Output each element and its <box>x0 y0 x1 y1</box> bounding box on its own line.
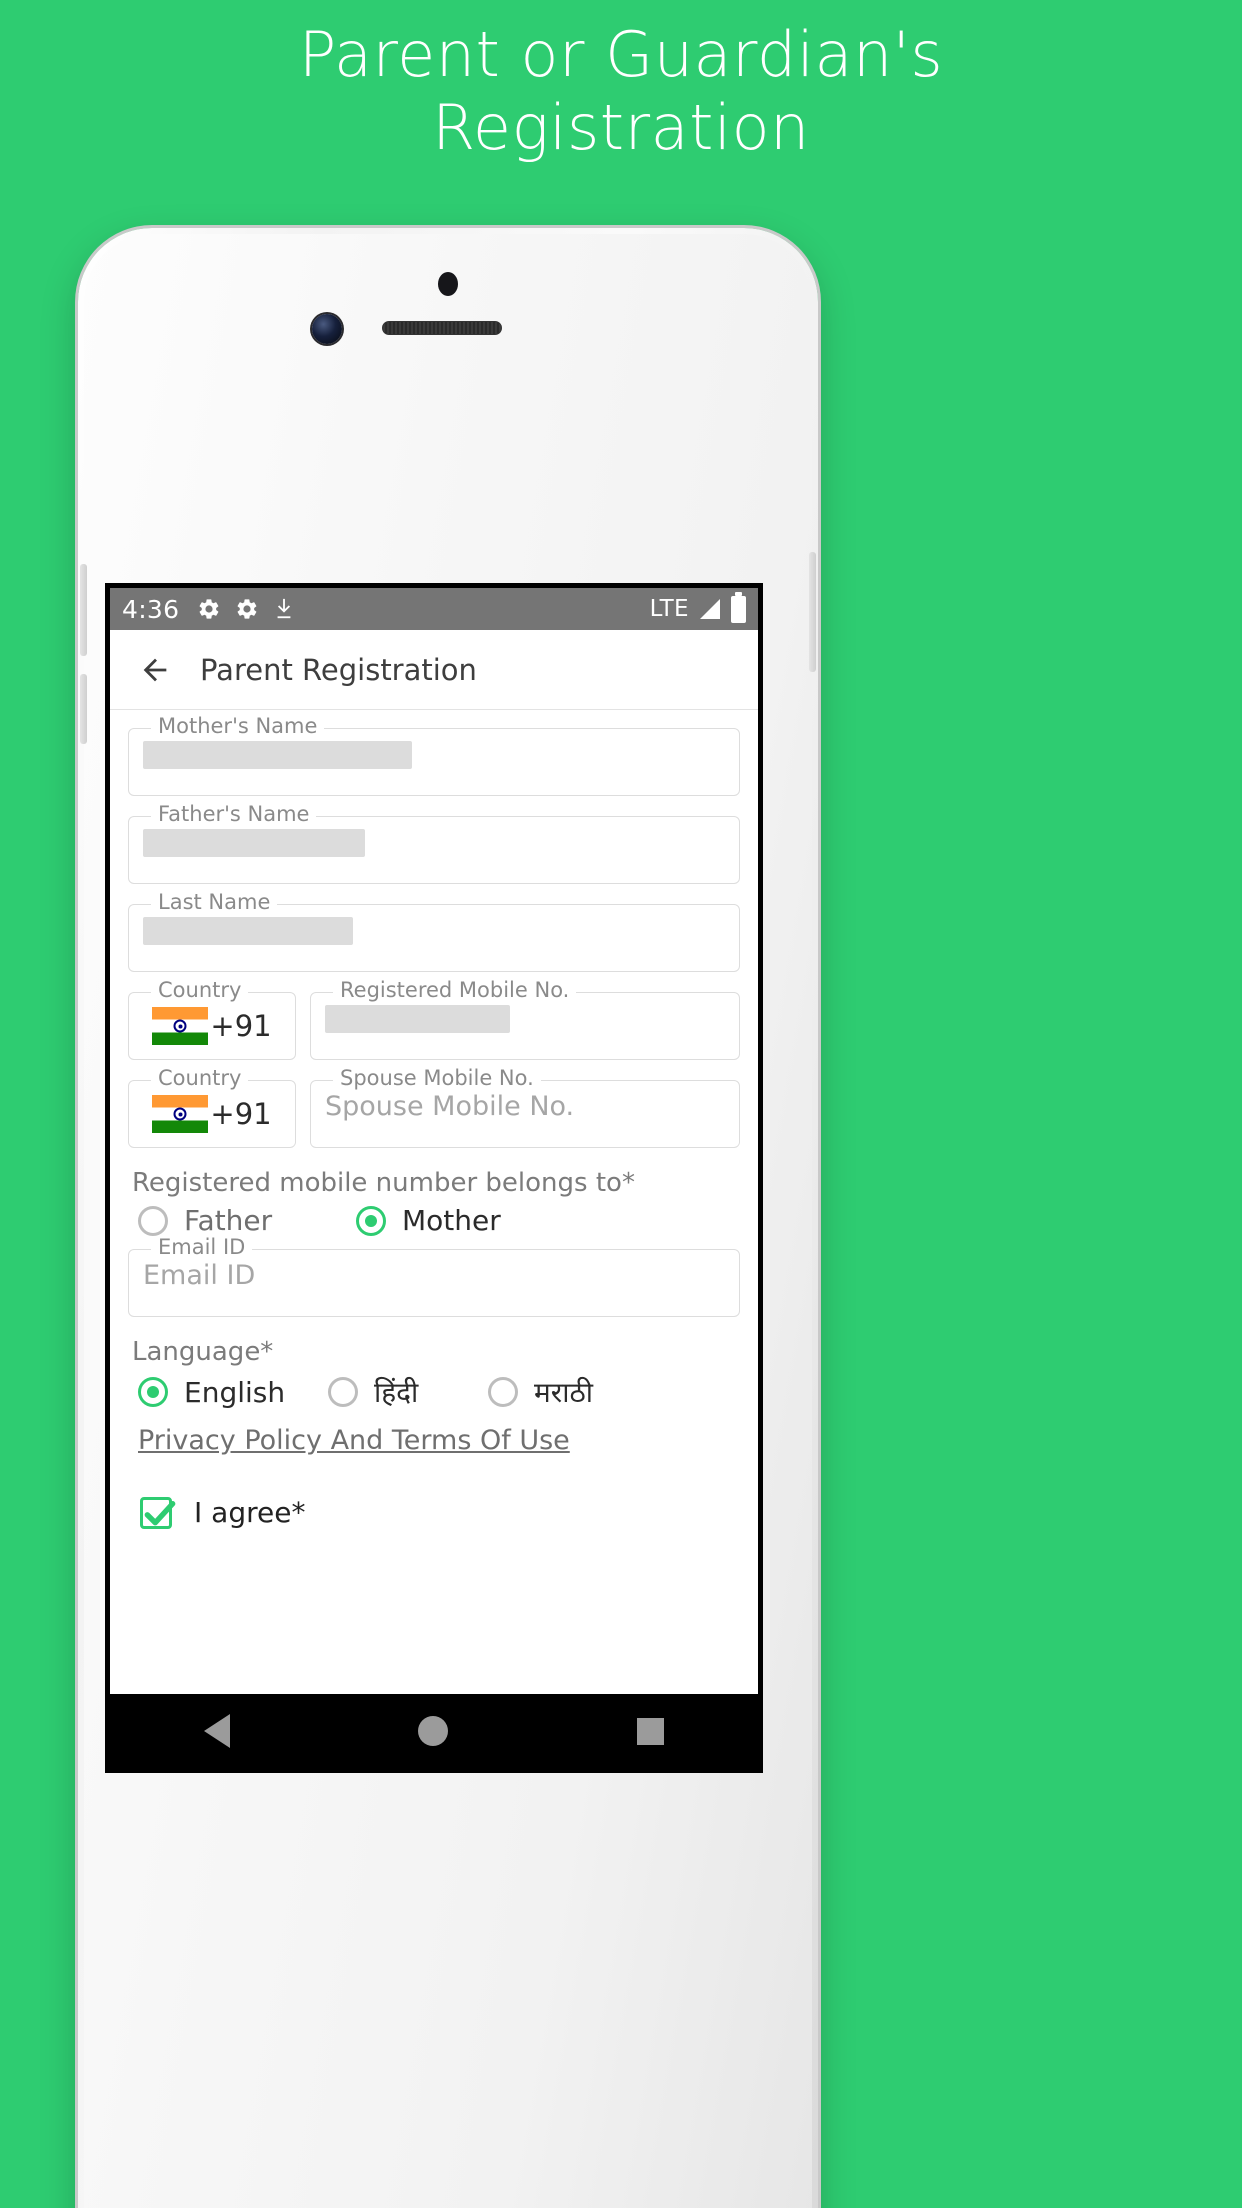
nav-recents-icon[interactable] <box>636 1717 664 1745</box>
registered-mobile-field[interactable]: Registered Mobile No. <box>310 980 740 1060</box>
app-bar: Parent Registration <box>110 630 758 710</box>
registered-mobile-value <box>325 1005 727 1047</box>
country-code: +91 <box>210 1097 272 1131</box>
radio-label: Father <box>184 1204 273 1237</box>
india-flag-icon <box>152 1007 209 1045</box>
gear-icon <box>199 599 219 619</box>
country-label: Country <box>151 980 249 1001</box>
spouse-mobile-value: Spouse Mobile No. <box>325 1091 727 1135</box>
radio-label: English <box>184 1375 286 1409</box>
spouse-mobile-label: Spouse Mobile No. <box>333 1068 541 1089</box>
page-title: Parent Registration <box>200 652 477 687</box>
privacy-policy-link[interactable]: Privacy Policy And Terms Of Use <box>138 1425 740 1456</box>
country-value: +91 <box>129 1081 295 1147</box>
promo-title: Parent or Guardian's Registration <box>298 18 944 165</box>
country-value: +91 <box>129 993 295 1059</box>
radio-option-marathi[interactable]: मराठी <box>488 1373 593 1411</box>
status-bar-notification-icons <box>197 596 295 622</box>
phone-screen: 4:36 LTE Parent Registration Mother's Na… <box>105 583 763 1773</box>
redacted-value <box>143 741 412 769</box>
check-icon <box>144 1500 176 1525</box>
status-bar: 4:36 LTE <box>110 588 758 630</box>
phone-screen-wrapper: 4:36 LTE Parent Registration Mother's Na… <box>105 405 763 1773</box>
spouse-mobile-row: Country +91 Spouse Mobile No. Spouse Mob… <box>128 1068 740 1148</box>
last-name-value <box>143 917 727 959</box>
country-label: Country <box>151 1068 249 1089</box>
radio-option-english[interactable]: English <box>138 1376 328 1409</box>
radio-icon-selected[interactable] <box>356 1205 386 1236</box>
radio-icon-selected[interactable] <box>138 1377 168 1407</box>
android-nav-bar <box>110 1694 758 1768</box>
volume-up-button[interactable] <box>80 564 87 656</box>
download-icon <box>277 598 291 619</box>
last-name-label: Last Name <box>151 892 278 913</box>
last-name-field[interactable]: Last Name <box>128 892 740 972</box>
belongs-to-radio-group: Father Mother <box>138 1204 740 1237</box>
mothers-name-label: Mother's Name <box>151 716 325 737</box>
status-bar-time: 4:36 <box>122 594 180 624</box>
mothers-name-field[interactable]: Mother's Name <box>128 716 740 796</box>
registration-form: Mother's Name Father's Name Last Name Co… <box>110 710 758 1768</box>
radio-option-mother[interactable]: Mother <box>356 1204 501 1237</box>
country-selector-spouse[interactable]: Country +91 <box>128 1068 296 1148</box>
back-arrow-icon[interactable] <box>138 653 172 687</box>
network-type-label: LTE <box>649 596 689 622</box>
nav-home-icon[interactable] <box>418 1716 449 1746</box>
email-label: Email ID <box>151 1237 253 1258</box>
agree-checkbox[interactable] <box>140 1496 176 1529</box>
radio-label: Mother <box>402 1204 501 1237</box>
radio-option-hindi[interactable]: हिंदी <box>328 1373 488 1411</box>
country-code: +91 <box>210 1009 272 1043</box>
language-radio-group: English हिंदी मराठी <box>138 1373 740 1411</box>
radio-label: मराठी <box>534 1376 593 1409</box>
radio-icon[interactable] <box>328 1377 358 1407</box>
front-camera-icon <box>312 314 342 344</box>
gear-icon <box>237 599 257 619</box>
mothers-name-value <box>143 741 727 783</box>
india-flag-icon <box>152 1095 209 1133</box>
email-field[interactable]: Email ID Email ID <box>128 1237 740 1317</box>
registered-mobile-row: Country +91 Registered Mobile No. <box>128 980 740 1060</box>
redacted-value <box>143 829 365 857</box>
nav-back-icon[interactable] <box>204 1714 231 1748</box>
power-button[interactable] <box>809 552 816 672</box>
proximity-sensor-icon <box>438 272 458 296</box>
agree-row[interactable]: I agree* <box>140 1496 740 1529</box>
fathers-name-label: Father's Name <box>151 804 317 825</box>
email-placeholder: Email ID <box>143 1260 256 1291</box>
spouse-mobile-placeholder: Spouse Mobile No. <box>325 1091 575 1122</box>
earpiece-speaker-icon <box>382 321 502 335</box>
redacted-value <box>325 1005 510 1033</box>
fathers-name-field[interactable]: Father's Name <box>128 804 740 884</box>
spouse-mobile-field[interactable]: Spouse Mobile No. Spouse Mobile No. <box>310 1068 740 1148</box>
email-value: Email ID <box>143 1260 727 1304</box>
status-bar-system-icons: LTE <box>649 591 746 623</box>
signal-icon <box>700 599 720 619</box>
fathers-name-value <box>143 829 727 871</box>
radio-label: हिंदी <box>374 1376 419 1409</box>
radio-icon[interactable] <box>138 1205 168 1236</box>
battery-icon <box>731 591 746 623</box>
belongs-to-label: Registered mobile number belongs to* <box>132 1168 635 1198</box>
agree-label: I agree* <box>194 1496 306 1529</box>
redacted-value <box>143 917 354 945</box>
country-selector-registered[interactable]: Country +91 <box>128 980 296 1060</box>
volume-down-button[interactable] <box>80 674 87 744</box>
radio-icon[interactable] <box>488 1377 518 1407</box>
registered-mobile-label: Registered Mobile No. <box>333 980 577 1001</box>
language-label: Language* <box>132 1337 274 1367</box>
radio-option-father[interactable]: Father <box>138 1204 356 1237</box>
